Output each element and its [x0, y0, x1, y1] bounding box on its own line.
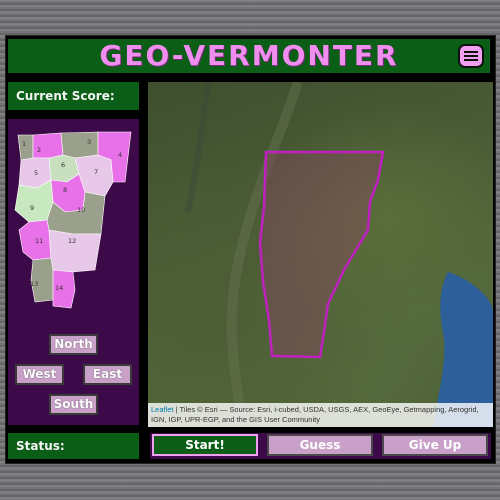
county-label-6: 6 [61, 161, 65, 169]
hamburger-menu-icon[interactable] [458, 44, 484, 68]
north-button[interactable]: North [49, 334, 98, 355]
south-button[interactable]: South [49, 394, 98, 415]
county-label-1: 1 [22, 140, 26, 148]
county-label-8: 8 [63, 186, 67, 194]
leaflet-link[interactable]: Leaflet [151, 405, 174, 414]
county-3 [60, 131, 99, 159]
guess-button[interactable]: Guess [267, 434, 373, 456]
east-button[interactable]: East [83, 364, 132, 385]
attribution-text: | Tiles © Esri — Source: Esri, i-cubed, … [151, 405, 479, 424]
county-label-10: 10 [77, 206, 85, 214]
map-attribution: Leaflet | Tiles © Esri — Source: Esri, i… [148, 403, 493, 427]
county-label-7: 7 [94, 168, 98, 176]
county-label-9: 9 [30, 204, 34, 212]
county-label-12: 12 [68, 237, 76, 245]
west-button[interactable]: West [15, 364, 64, 385]
county-label-11: 11 [35, 237, 43, 245]
county-label-3: 3 [87, 138, 91, 146]
county-label-2: 2 [37, 146, 41, 154]
start-button[interactable]: Start! [152, 434, 258, 456]
app-title: GEO-VERMONTER [99, 39, 399, 72]
county-label-4: 4 [118, 151, 122, 159]
header-bar: GEO-VERMONTER [6, 37, 492, 75]
vermont-outline [258, 150, 385, 359]
map-overlay [185, 82, 493, 427]
status-label: Status: [6, 431, 141, 461]
county-label-14: 14 [55, 284, 63, 292]
county-label-13: 13 [30, 280, 38, 288]
satellite-map[interactable] [148, 82, 493, 427]
vermont-county-map: 1 2 3 4 5 6 7 8 9 10 11 12 13 14 [14, 131, 132, 309]
give-up-button[interactable]: Give Up [382, 434, 488, 456]
county-label-5: 5 [34, 169, 38, 177]
current-score: Current Score: 100 [6, 80, 141, 131]
